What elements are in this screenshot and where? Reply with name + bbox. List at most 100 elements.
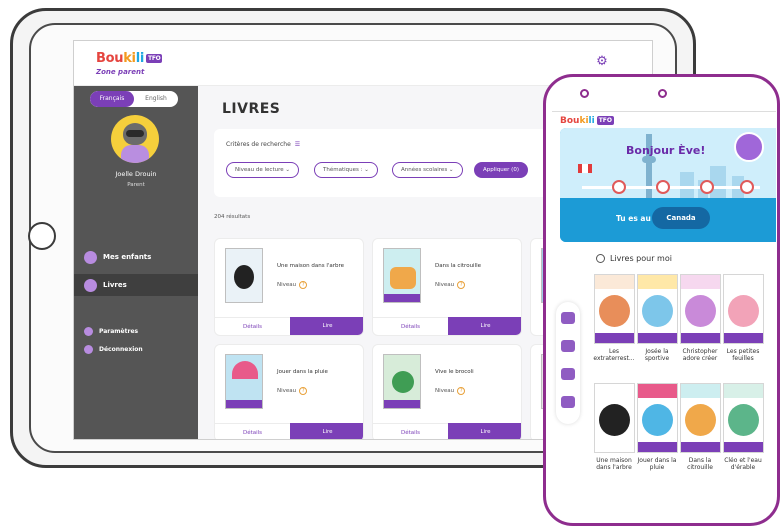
- book-title: Jouer dans la pluie: [277, 369, 328, 375]
- book-cover[interactable]: [723, 383, 764, 453]
- sidebar-item-parametres[interactable]: Paramètres: [74, 324, 198, 338]
- details-button[interactable]: Détails: [215, 317, 290, 335]
- book-card: Jouer dans la pluie Niveau? Détails Lire: [214, 344, 364, 439]
- zone-parent-label: Zone parent: [96, 68, 145, 76]
- book-cover[interactable]: [723, 274, 764, 344]
- children-icon: [84, 250, 97, 264]
- location-badge[interactable]: Canada: [652, 207, 710, 229]
- page-title: LIVRES: [222, 101, 281, 117]
- brand-part-1: Bou: [96, 51, 124, 66]
- milestone-icon[interactable]: [656, 180, 670, 194]
- sidebar-item-livres[interactable]: Livres: [74, 274, 198, 296]
- read-button[interactable]: Lire: [448, 423, 521, 439]
- language-option-fr[interactable]: Français: [90, 91, 134, 107]
- details-button[interactable]: Détails: [215, 423, 290, 439]
- cover-illustration: [642, 404, 673, 436]
- avatar-mask: [126, 130, 144, 137]
- book-level: Niveau?: [435, 281, 466, 289]
- cover-band: [384, 400, 420, 408]
- hero-banner: Bonjour Ève! Tu es au Canada: [560, 128, 776, 242]
- level-label: Niveau: [435, 282, 455, 288]
- tablet-home-button[interactable]: [28, 222, 56, 250]
- book-level: Niveau?: [277, 281, 308, 289]
- milestone-icon[interactable]: [740, 180, 754, 194]
- book-cover[interactable]: [225, 354, 263, 409]
- book-cover[interactable]: [680, 274, 721, 344]
- section-title: Livres pour moi: [596, 254, 672, 263]
- cover-band: [724, 442, 763, 452]
- book-level: Niveau?: [277, 387, 308, 395]
- book-title: Vive le brocoli: [435, 369, 474, 375]
- cover-band: [724, 333, 763, 343]
- sidebar-item-deconnexion[interactable]: Déconnexion: [74, 342, 198, 356]
- language-toggle[interactable]: Français English: [90, 91, 178, 107]
- sidebar-item-label: Déconnexion: [99, 345, 143, 353]
- phone-side-menu: [556, 302, 580, 424]
- avatar[interactable]: [734, 132, 764, 162]
- book-cover[interactable]: [383, 354, 421, 409]
- help-icon[interactable]: ?: [457, 387, 466, 395]
- character-icon[interactable]: [561, 368, 575, 380]
- avatar: [111, 115, 159, 163]
- read-button[interactable]: Lire: [448, 317, 521, 335]
- books-icon[interactable]: [561, 312, 575, 324]
- brand-logo[interactable]: Boukili TFO: [560, 116, 614, 126]
- bookmark-icon: [596, 254, 605, 263]
- read-button[interactable]: Lire: [290, 317, 363, 335]
- sidebar-item-label: Livres: [103, 281, 127, 289]
- cover-band: [595, 384, 634, 398]
- sidebar-item-mes-enfants[interactable]: Mes enfants: [74, 246, 198, 268]
- book-cover[interactable]: [637, 383, 678, 453]
- milestone-icon[interactable]: [612, 180, 626, 194]
- book-caption: Jouer dans la pluie: [637, 457, 677, 471]
- level-label: Niveau: [277, 282, 297, 288]
- help-icon[interactable]: ?: [299, 387, 308, 395]
- cover-band: [595, 275, 634, 289]
- cover-illustration: [234, 265, 254, 289]
- brand-badge: TFO: [596, 116, 614, 125]
- book-cover[interactable]: [637, 274, 678, 344]
- phone-camera: [658, 89, 667, 98]
- cover-band: [638, 333, 677, 343]
- read-button[interactable]: Lire: [290, 423, 363, 439]
- criteria-heading: Critères de recherche ☰: [226, 141, 300, 148]
- book-cover[interactable]: [225, 248, 263, 303]
- location-prefix: Tu es au: [616, 214, 651, 223]
- details-button[interactable]: Détails: [373, 423, 448, 439]
- filter-icon[interactable]: ☰: [295, 141, 300, 148]
- help-icon[interactable]: ?: [457, 281, 466, 289]
- cover-illustration: [599, 295, 630, 327]
- level-label: Niveau: [435, 388, 455, 394]
- game-controller-icon[interactable]: [561, 396, 575, 408]
- filter-school-years[interactable]: Années scolaires ⌄: [392, 162, 463, 178]
- gear-icon[interactable]: ⚙: [593, 53, 611, 71]
- map-icon[interactable]: [561, 340, 575, 352]
- language-option-en[interactable]: English: [134, 91, 178, 107]
- book-caption: Christopher adore créer: [682, 348, 718, 362]
- details-button[interactable]: Détails: [373, 317, 448, 335]
- brand-logo[interactable]: Boukili TFO: [96, 51, 163, 66]
- book-cover[interactable]: [680, 383, 721, 453]
- user-name: Joelle Drouin: [115, 170, 157, 178]
- filter-themes[interactable]: Thématiques : ⌄: [314, 162, 378, 178]
- brand-part-1: Bou: [560, 116, 580, 126]
- cover-band: [724, 275, 763, 289]
- cover-band: [681, 442, 720, 452]
- sidebar-item-label: Paramètres: [99, 327, 139, 335]
- apply-button[interactable]: Appliquer (0): [474, 162, 528, 178]
- section-title-label: Livres pour moi: [610, 254, 672, 263]
- help-icon[interactable]: ?: [299, 281, 308, 289]
- filter-reading-level[interactable]: Niveau de lecture ⌄: [226, 162, 299, 178]
- book-icon: [84, 278, 97, 292]
- milestone-icon[interactable]: [700, 180, 714, 194]
- cover-illustration: [685, 404, 716, 436]
- book-cover[interactable]: [594, 383, 635, 453]
- phone-screen: Boukili TFO Bonjour Ève! Tu es au Canada …: [552, 111, 776, 487]
- cover-band: [226, 400, 262, 408]
- book-caption: Josée la sportive: [644, 348, 670, 362]
- book-cover[interactable]: [383, 248, 421, 303]
- canada-flag-icon: [578, 164, 592, 173]
- book-caption: Une maison dans l'arbre: [596, 457, 632, 471]
- book-cover[interactable]: [594, 274, 635, 344]
- brand-part-2: ki: [579, 116, 589, 126]
